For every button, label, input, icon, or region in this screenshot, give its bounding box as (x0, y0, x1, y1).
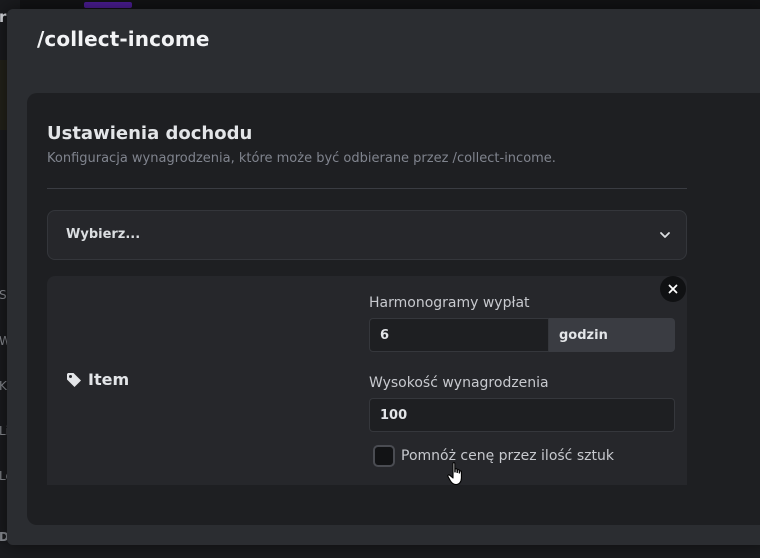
background-footer (0, 544, 760, 558)
item-label: Item (66, 370, 129, 389)
payout-amount-label: Wysokość wynagrodzenia (369, 375, 549, 391)
remove-item-button[interactable] (660, 276, 686, 302)
chevron-down-icon (660, 232, 670, 238)
multiply-quantity-checkbox[interactable] (373, 445, 395, 467)
item-income-panel: Item Harmonogramy wypłat godzin Wysokość… (47, 276, 687, 485)
payout-unit-select[interactable]: godzin (549, 318, 675, 352)
background-accent (84, 2, 132, 8)
payout-schedule-label: Harmonogramy wypłat (369, 295, 530, 311)
hand-pointer-icon (447, 462, 462, 486)
select-value: Wybierz... (66, 227, 141, 242)
income-settings-card: Ustawienia dochodu Konfiguracja wynagrod… (27, 93, 760, 525)
collect-income-modal: /collect-income Ustawienia dochodu Konfi… (7, 9, 760, 545)
tag-icon (67, 372, 81, 387)
payout-schedule-group: godzin (369, 318, 675, 352)
payout-schedule-input[interactable] (369, 318, 549, 352)
payout-unit-value: godzin (559, 327, 608, 343)
close-icon (668, 284, 678, 294)
multiply-quantity-option[interactable]: Pomnóż cenę przez ilość sztuk (373, 445, 614, 467)
divider (47, 188, 687, 189)
multiply-quantity-label: Pomnóż cenę przez ilość sztuk (401, 448, 614, 464)
modal-title: /collect-income (37, 27, 210, 51)
background-text: K (0, 379, 7, 393)
payout-amount-input[interactable] (369, 398, 675, 432)
item-label-text: Item (88, 370, 130, 389)
card-title: Ustawienia dochodu (47, 123, 253, 144)
item-select-dropdown[interactable]: Wybierz... (47, 210, 687, 260)
background-text: r (0, 8, 7, 26)
card-subtitle: Konfiguracja wynagrodzenia, które może b… (47, 151, 556, 166)
